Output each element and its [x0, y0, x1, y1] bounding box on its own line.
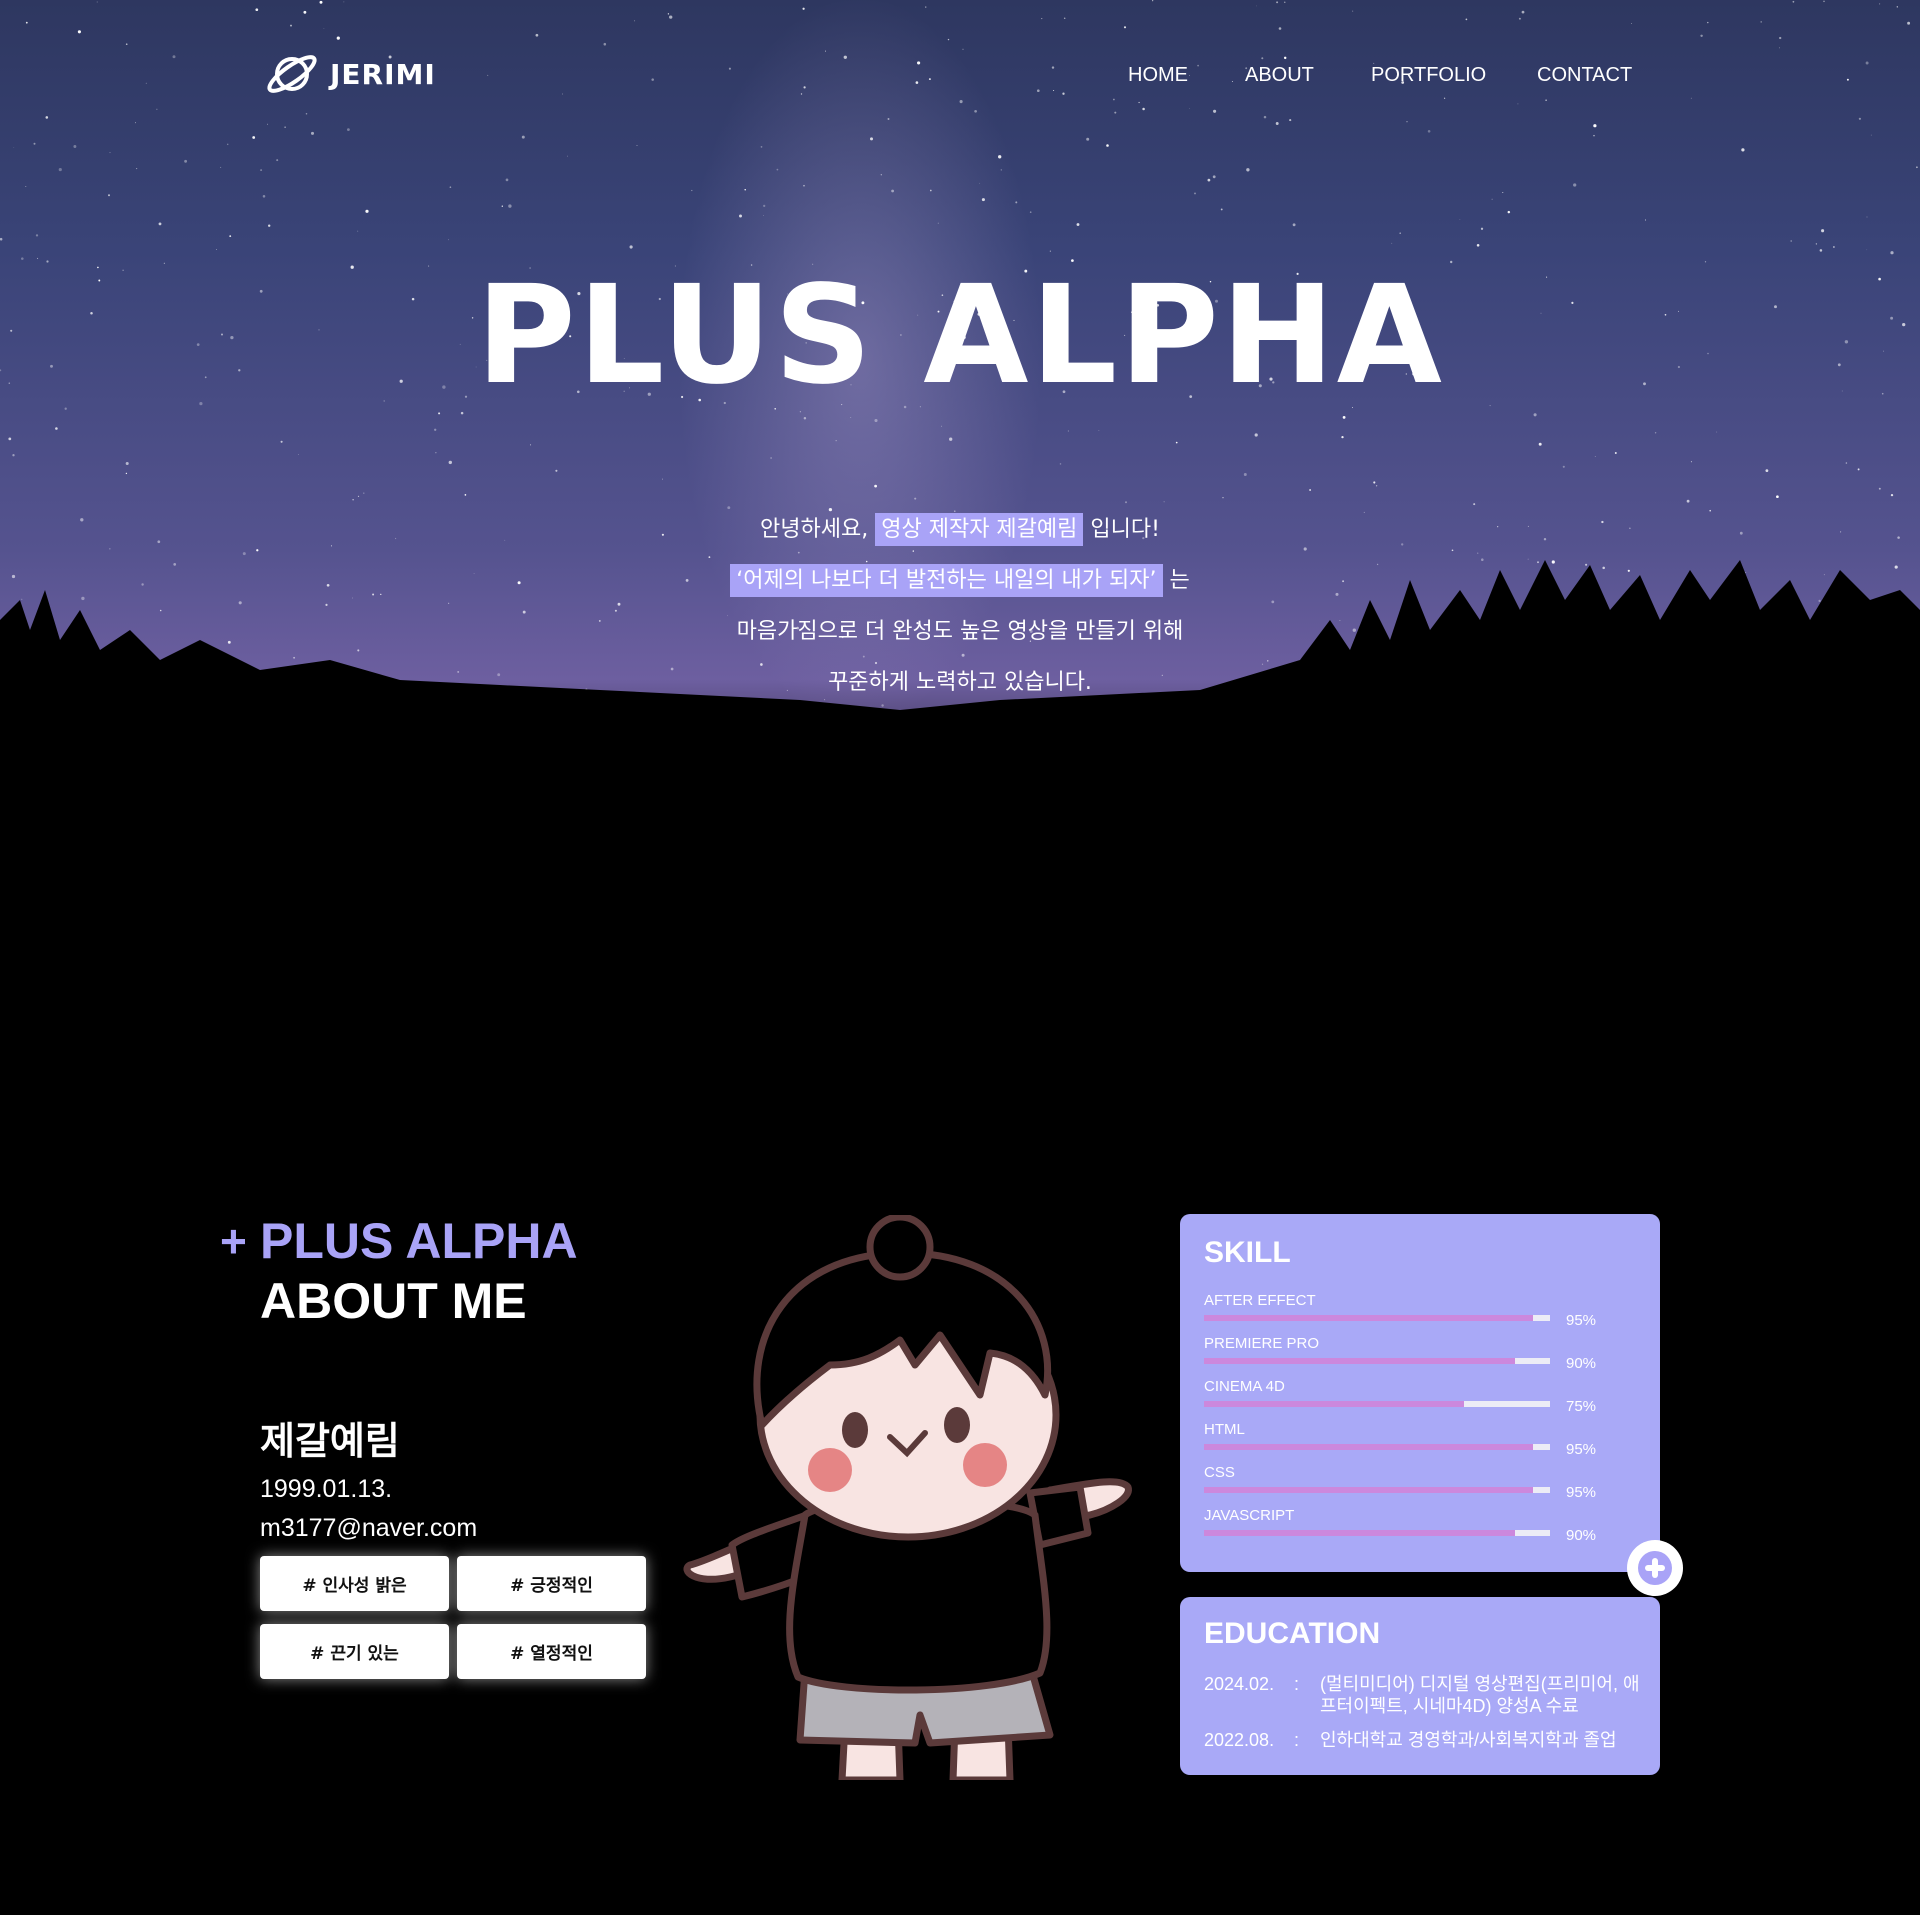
education-text: 인하대학교 경영학과/사회복지학과 졸업 [1320, 1730, 1617, 1750]
skill-bar-track [1204, 1487, 1550, 1493]
skill-bar-track [1204, 1315, 1550, 1321]
planet-logo-icon [267, 55, 317, 93]
education-text: (멀티미디어) 디지털 영상편집(프리미어, 애프터이펙트, 시네마4D) 양성… [1320, 1674, 1640, 1716]
trait-tag: # 끈기 있는 [260, 1624, 449, 1679]
logo[interactable]: JERIMI [264, 52, 436, 96]
skill-row: CSS 95% [1204, 1464, 1624, 1504]
intro-highlight-name: 영상 제작자 제갈예림 [875, 513, 1084, 546]
profile-name: 제갈예림 [260, 1419, 400, 1463]
nav-portfolio[interactable]: PORTFOLIO [1371, 64, 1486, 87]
skill-bar-track [1204, 1444, 1550, 1450]
skill-percent: 95% [1566, 1484, 1597, 1501]
plus-icon [1638, 1551, 1672, 1585]
intro-text: 안녕하세요, 영상 제작자 제갈예림 입니다! ‘어제의 나보다 더 발전하는 … [0, 504, 1920, 708]
profile-email: m3177@naver.com [260, 1514, 478, 1542]
skill-title: SKILL [1204, 1236, 1291, 1269]
skill-bar-track [1204, 1530, 1550, 1536]
skill-bar-fill [1204, 1444, 1533, 1450]
trait-tag: # 인사성 밝은 [260, 1556, 449, 1611]
intro-line-3: 마음가짐으로 더 완성도 높은 영상을 만들기 위해 [736, 619, 1184, 644]
intro-highlight-motto: ‘어제의 나보다 더 발전하는 내일의 내가 되자’ [730, 564, 1163, 597]
skill-bar-fill [1204, 1315, 1533, 1321]
character-illustration [683, 1215, 1132, 1780]
trait-tags: # 인사성 밝은 # 긍정적인 # 끈기 있는 # 열정적인 [260, 1556, 646, 1679]
skill-bar-fill [1204, 1358, 1516, 1364]
skill-row: JAVASCRIPT 90% [1204, 1507, 1624, 1547]
nav-contact[interactable]: CONTACT [1537, 64, 1632, 87]
skill-name: PREMIERE PRO [1204, 1335, 1320, 1352]
profile-birth: 1999.01.13. [260, 1475, 393, 1503]
skill-percent: 90% [1566, 1527, 1597, 1544]
hero-section: JERIMI HOME ABOUT PORTFOLIO CONTACT PLUS… [0, 0, 1920, 1000]
education-colon: : [1294, 1674, 1300, 1694]
nav-home[interactable]: HOME [1128, 64, 1188, 87]
skill-row: CINEMA 4D 75% [1204, 1378, 1624, 1418]
skill-row: AFTER EFFECT 95% [1204, 1292, 1624, 1332]
skill-name: CINEMA 4D [1204, 1378, 1285, 1395]
trait-tag: # 긍정적인 [457, 1556, 646, 1611]
trait-tag: # 열정적인 [457, 1624, 646, 1679]
about-title-line1: PLUS ALPHA [260, 1213, 578, 1269]
skill-percent: 95% [1566, 1312, 1597, 1329]
education-card: EDUCATION 2024.02. : (멀티미디어) 디지털 영상편집(프리… [1180, 1597, 1660, 1775]
plus-button[interactable] [1627, 1540, 1683, 1596]
intro-motto-end: 는 [1169, 568, 1190, 593]
skill-name: HTML [1204, 1421, 1245, 1438]
intro-greeting-end: 입니다! [1090, 517, 1160, 542]
skill-bar-fill [1204, 1487, 1533, 1493]
education-date: 2022.08. [1204, 1730, 1275, 1750]
skill-row: PREMIERE PRO 90% [1204, 1335, 1624, 1375]
hero-title: PLUS ALPHA [476, 257, 1444, 415]
intro-line-4: 꾸준하게 노력하고 있습니다. [828, 670, 1092, 695]
plus-mark: + [220, 1215, 247, 1267]
skill-name: CSS [1204, 1464, 1235, 1481]
profile-info: 제갈예림 1999.01.13. m3177@naver.com [260, 1410, 477, 1543]
logo-text: JERIMI [330, 57, 436, 91]
skill-name: AFTER EFFECT [1204, 1292, 1316, 1309]
skill-name: JAVASCRIPT [1204, 1507, 1295, 1524]
skill-percent: 90% [1566, 1355, 1597, 1372]
intro-greeting: 안녕하세요, [760, 517, 869, 542]
education-date: 2024.02. [1204, 1674, 1275, 1694]
nav-about[interactable]: ABOUT [1245, 64, 1314, 87]
skill-percent: 95% [1566, 1441, 1597, 1458]
skill-bar-track [1204, 1358, 1550, 1364]
education-title: EDUCATION [1204, 1617, 1381, 1650]
skill-bar-fill [1204, 1530, 1516, 1536]
education-colon: : [1294, 1730, 1300, 1750]
skill-bar-fill [1204, 1401, 1464, 1407]
about-title-line2: ABOUT ME [260, 1273, 527, 1329]
skill-card: SKILL AFTER EFFECT 95% PREMIERE PRO 90% CINE… [1180, 1214, 1660, 1572]
skill-row: HTML 95% [1204, 1421, 1624, 1461]
skill-bar-track [1204, 1401, 1550, 1407]
skill-percent: 75% [1566, 1398, 1597, 1415]
